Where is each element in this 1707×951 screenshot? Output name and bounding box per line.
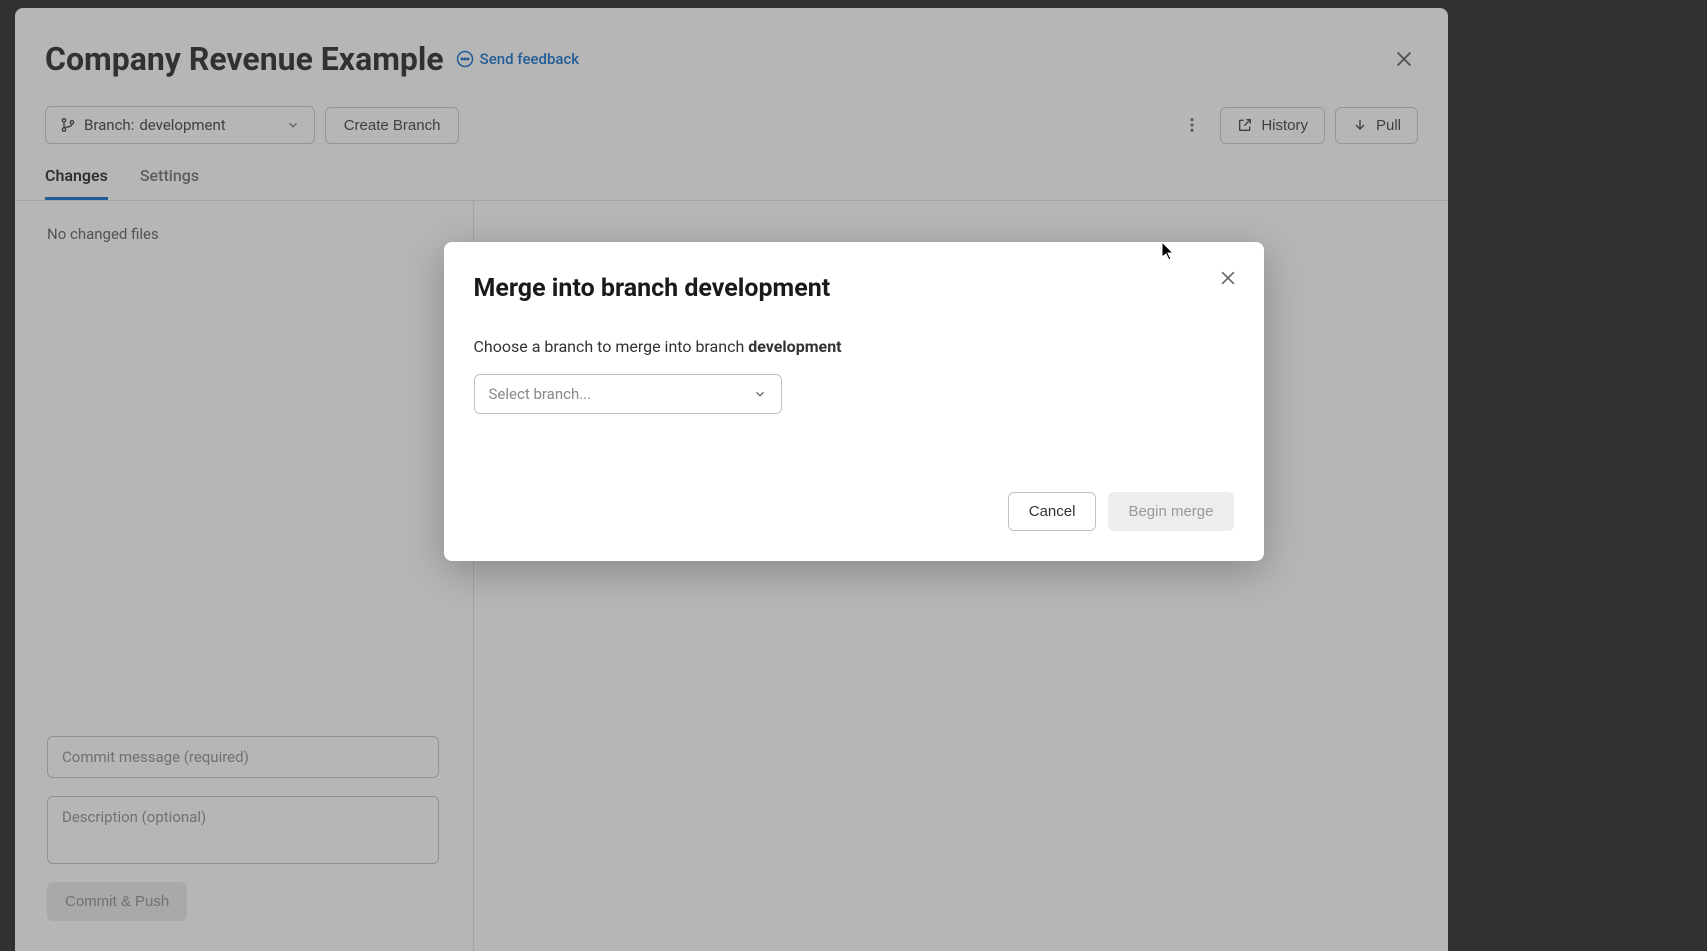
merge-dialog: Merge into branch development Choose a b… <box>444 242 1264 561</box>
branch-select-dropdown[interactable]: Select branch... <box>474 374 782 414</box>
close-icon <box>1218 268 1238 288</box>
subtitle-branch: development <box>748 337 841 356</box>
dialog-footer: Cancel Begin merge <box>474 492 1234 531</box>
cancel-button[interactable]: Cancel <box>1008 492 1097 531</box>
begin-merge-button[interactable]: Begin merge <box>1108 492 1233 531</box>
dialog-subtitle: Choose a branch to merge into branch dev… <box>474 337 1234 356</box>
subtitle-prefix: Choose a branch to merge into branch <box>474 337 749 356</box>
dialog-close-button[interactable] <box>1214 264 1242 292</box>
dialog-title: Merge into branch development <box>474 274 1234 303</box>
modal-overlay[interactable]: Merge into branch development Choose a b… <box>0 0 1707 951</box>
select-placeholder: Select branch... <box>489 385 592 403</box>
chevron-down-icon <box>753 387 767 401</box>
